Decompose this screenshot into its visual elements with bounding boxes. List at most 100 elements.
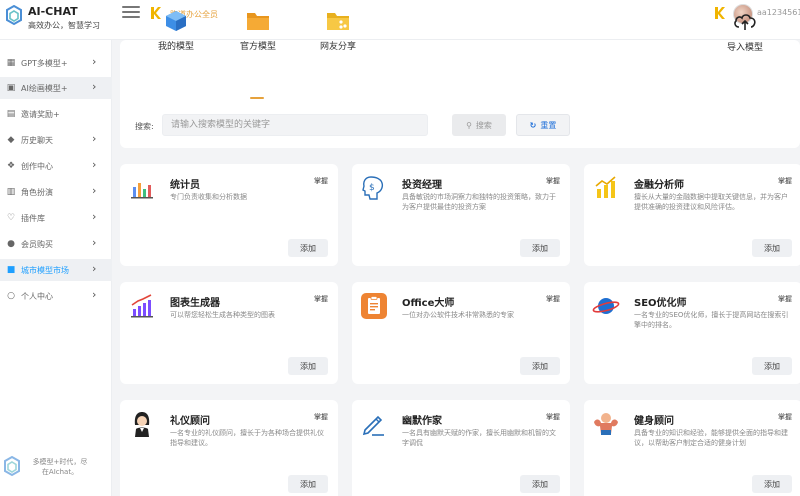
sidebar-item-gpt-models[interactable]: ▦ GPT多模型+ ›	[0, 52, 112, 74]
card-description: 一名具有幽默天赋的作家，擅长用幽默和机智的文字调侃	[402, 429, 556, 447]
sidebar-item-label: 会员购买	[21, 239, 53, 249]
chevron-right-icon: ›	[92, 55, 97, 68]
card-description: 一位对办公软件技术非常熟悉的专家	[402, 311, 514, 319]
import-label: 导入模型	[726, 43, 763, 53]
sidebar-item-label: 插件库	[21, 213, 45, 223]
search-input[interactable]	[162, 114, 428, 136]
sidebar-item-ai-painting[interactable]: ▣ AI绘画模型+ ›	[0, 77, 112, 99]
model-card-office-master[interactable]: Office大师 掌握 一位对办公软件技术非常熟悉的专家 添加	[352, 282, 570, 384]
chevron-right-icon: ›	[92, 236, 97, 249]
card-title: 健身顾问	[634, 416, 674, 427]
sidebar-item-membership[interactable]: ● 会员购买 ›	[0, 233, 112, 255]
add-button[interactable]: 添加	[288, 239, 328, 257]
chevron-right-icon: ›	[92, 210, 97, 223]
chevron-right-icon: ›	[92, 80, 97, 93]
menu-toggle-icon[interactable]	[122, 6, 140, 20]
card-tag: 掌握	[314, 295, 328, 303]
tab-shared-models[interactable]: 网友分享	[308, 10, 368, 52]
card-description: 一名专业的SEO优化师，擅长于提高网站在搜索引擎中的排名。	[634, 311, 789, 329]
search-label: 搜索:	[135, 122, 154, 131]
card-title: 图表生成器	[170, 298, 220, 309]
sidebar-item-label: GPT多模型+	[21, 58, 68, 68]
sidebar-item-label: 历史聊天	[21, 135, 53, 145]
add-button[interactable]: 添加	[288, 357, 328, 375]
tab-official-models[interactable]: 官方模型	[228, 10, 288, 52]
finance-chart-icon	[595, 176, 616, 198]
model-card-fitness-consultant[interactable]: 健身顾问 掌握 具备专业的知识和经验，能够提供全面的指导和建议，以帮助客户制定合…	[584, 400, 800, 496]
sidebar-item-role-play[interactable]: ▥ 角色扮演 ›	[0, 181, 112, 203]
bar-chart-icon	[131, 183, 153, 199]
sidebar-item-plugins[interactable]: ♡ 插件库 ›	[0, 207, 112, 229]
chart-generator-icon	[131, 294, 153, 318]
import-model-button[interactable]: 导入模型	[720, 10, 770, 53]
top-bar: AI-CHAT 高效办公，智慧学习 跑道办公全员 aa1234561	[0, 0, 800, 40]
card-description: 可以帮您轻松生成各种类型的图表	[170, 311, 275, 319]
person-icon: ○	[7, 291, 15, 301]
card-tag: 掌握	[546, 413, 560, 421]
svg-text:$: $	[369, 183, 375, 193]
card-description: 具备敏锐的市场洞察力和独特的投资策略，致力于为客户提供最佳的投资方案	[402, 193, 556, 211]
sidebar-item-label: 创作中心	[21, 161, 53, 171]
card-tag: 掌握	[778, 413, 792, 421]
share-folder-icon	[327, 13, 349, 30]
app-title: AI-CHAT	[28, 5, 78, 18]
cube-icon	[166, 11, 186, 31]
sidebar: ▦ GPT多模型+ › ▣ AI绘画模型+ › ▤ 邀请奖励+ ◆ 历史聊天 ›…	[0, 40, 112, 496]
cube-icon: ❖	[6, 161, 16, 171]
add-button[interactable]: 添加	[520, 475, 560, 493]
sidebar-item-personal-center[interactable]: ○ 个人中心 ›	[0, 285, 112, 307]
sidebar-item-label: 城市模型市场	[21, 265, 69, 275]
sidebar-item-label: 邀请奖励+	[21, 109, 60, 119]
add-button[interactable]: 添加	[752, 357, 792, 375]
etiquette-woman-icon	[134, 412, 150, 437]
app-subtitle: 高效办公，智慧学习	[28, 21, 100, 30]
card-tag: 掌握	[546, 295, 560, 303]
planet-icon	[592, 298, 620, 314]
sidebar-item-chat-history[interactable]: ◆ 历史聊天 ›	[0, 129, 112, 151]
model-card-financial-analyst[interactable]: 金融分析师 掌握 擅长从大量的金融数据中提取关键信息，并为客户提供准确的投资建议…	[584, 164, 800, 266]
sidebar-item-invite-rewards[interactable]: ▤ 邀请奖励+	[0, 103, 112, 125]
sidebar-item-creation-center[interactable]: ❖ 创作中心 ›	[0, 155, 112, 177]
sidebar-item-label: 角色扮演	[21, 187, 53, 197]
chevron-right-icon: ›	[92, 184, 97, 197]
model-card-seo-optimizer[interactable]: SEO优化师 掌握 一名专业的SEO优化师，擅长于提高网站在搜索引擎中的排名。 …	[584, 282, 800, 384]
add-button[interactable]: 添加	[520, 357, 560, 375]
sidebar-item-model-market[interactable]: ■ 城市模型市场 ›	[0, 259, 112, 281]
card-title: 投资经理	[402, 180, 442, 191]
chevron-right-icon: ›	[92, 132, 97, 145]
chevron-right-icon: ›	[92, 262, 97, 275]
card-title: 金融分析师	[634, 180, 684, 191]
tab-label: 网友分享	[319, 42, 356, 52]
tab-label: 我的模型	[157, 42, 194, 52]
card-title: 统计员	[170, 180, 200, 191]
search-button[interactable]: ⚲ 搜索	[452, 114, 506, 136]
add-button[interactable]: 添加	[752, 475, 792, 493]
tag-icon: ◆	[7, 135, 15, 145]
card-description: 专门负责收集和分析数据	[170, 193, 247, 201]
reset-button[interactable]: ↻ 重置	[516, 114, 570, 136]
model-card-chart-generator[interactable]: 图表生成器 掌握 可以帮您轻松生成各种类型的图表 添加	[120, 282, 338, 384]
model-card-humor-writer[interactable]: 幽默作家 掌握 一名具有幽默天赋的作家，擅长用幽默和机智的文字调侃 添加	[352, 400, 570, 496]
card-title: SEO优化师	[634, 298, 687, 309]
card-tag: 掌握	[778, 295, 792, 303]
folder-icon	[247, 13, 269, 30]
model-card-etiquette-consultant[interactable]: 礼仪顾问 掌握 一名专业的礼仪顾问，擅长于为各种场合提供礼仪指导和建议。 添加	[120, 400, 338, 496]
tab-label: 官方模型	[239, 42, 276, 52]
search-button-label: 搜索	[475, 120, 492, 130]
card-title: Office大师	[402, 298, 455, 309]
tab-my-models[interactable]: 我的模型	[146, 10, 206, 52]
book-icon: ▥	[6, 187, 16, 197]
active-tab-indicator	[250, 97, 264, 99]
add-button[interactable]: 添加	[752, 239, 792, 257]
app-logo-icon	[4, 456, 20, 477]
gift-icon: ▤	[6, 109, 16, 119]
add-button[interactable]: 添加	[520, 239, 560, 257]
model-card-statistician[interactable]: 统计员 掌握 专门负责收集和分析数据 添加	[120, 164, 338, 266]
model-card-investment-manager[interactable]: $ 投资经理 掌握 具备敏锐的市场洞察力和独特的投资策略，致力于为客户提供最佳的…	[352, 164, 570, 266]
add-button[interactable]: 添加	[288, 475, 328, 493]
pen-icon	[362, 415, 384, 436]
muscle-icon	[594, 413, 618, 435]
office-icon	[361, 293, 387, 319]
card-title: 幽默作家	[402, 416, 442, 427]
card-description: 一名专业的礼仪顾问，擅长于为各种场合提供礼仪指导和建议。	[170, 429, 324, 447]
